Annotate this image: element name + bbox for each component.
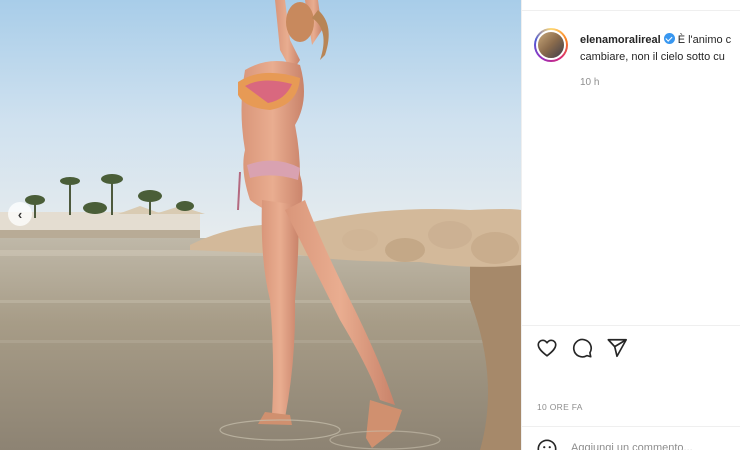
avatar-image — [536, 30, 566, 60]
post-side-panel: elenamoralireal È l'animo c cambiare, non… — [521, 0, 740, 450]
prev-image-button[interactable]: ‹ — [8, 202, 32, 226]
send-icon[interactable] — [606, 337, 628, 359]
divider — [522, 325, 740, 326]
verified-badge-icon — [663, 33, 675, 44]
caption-row: elenamoralireal È l'animo c cambiare, non… — [534, 28, 740, 88]
post-date: 10 ORE FA — [537, 402, 583, 412]
post-media[interactable]: ‹ — [0, 0, 521, 450]
caption-line-2: cambiare, non il cielo sotto cu — [580, 51, 725, 63]
divider — [522, 10, 740, 11]
emoji-icon[interactable] — [536, 438, 558, 450]
avatar[interactable] — [534, 28, 568, 62]
heart-icon[interactable] — [536, 337, 558, 359]
caption-time: 10 h — [580, 77, 600, 88]
comment-icon[interactable] — [571, 337, 593, 359]
caption-line-1: È l'animo c — [677, 34, 732, 46]
divider — [522, 426, 740, 427]
comment-row — [536, 436, 740, 450]
username-link[interactable]: elenamoralireal — [580, 34, 661, 46]
caption: elenamoralireal È l'animo c cambiare, non… — [580, 32, 740, 66]
action-bar — [536, 337, 628, 361]
post-photo — [0, 0, 521, 450]
comment-input[interactable] — [571, 439, 736, 450]
chevron-left-icon: ‹ — [17, 206, 23, 222]
